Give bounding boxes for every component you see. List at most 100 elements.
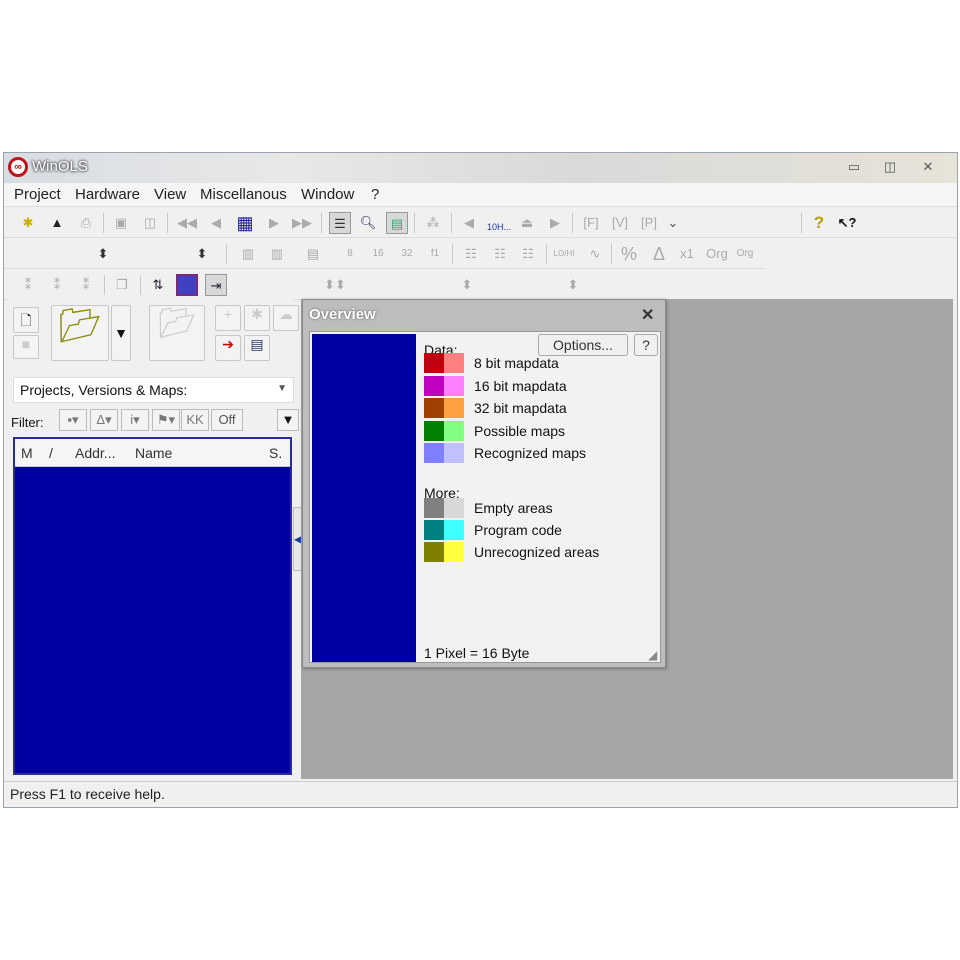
overview-toggle-icon[interactable] xyxy=(176,274,198,296)
new-project-button[interactable]: 🗋︎ xyxy=(13,307,39,333)
cloud-button[interactable]: ☁ xyxy=(273,305,299,331)
overview-close-icon[interactable]: ✕ xyxy=(641,305,654,325)
toolbar-main: ✱ ▲ ⎙ ▣ ◫ ◀◀ ◀ ▦ ▶ ▶▶ ☰ 🔍︎ ▤ ⁂ ◀ 10H... … xyxy=(4,208,957,238)
bit8-icon[interactable]: 8 xyxy=(339,243,361,265)
open-dropdown-button[interactable]: ▼ xyxy=(111,305,131,361)
compare-icon[interactable]: ◫ xyxy=(139,212,161,234)
factor-icon[interactable]: x1 xyxy=(676,243,698,265)
minimize-button[interactable]: ▭ xyxy=(844,159,864,175)
last-icon[interactable]: ▶▶ xyxy=(291,212,313,234)
legend-swatch-light xyxy=(444,498,464,518)
tool2-icon[interactable]: ⁑ xyxy=(46,274,68,296)
add-version-button[interactable]: + xyxy=(215,305,241,331)
legend-swatch-dark xyxy=(424,375,444,396)
project-wizard-icon[interactable]: ✱ xyxy=(17,212,39,234)
toolbar-tools: ⁑ ⁑ ⁑ ❐ ⇅ ⇥ ⬍⬍ ⬍ ⬍ xyxy=(4,270,587,300)
options-button[interactable]: Options... xyxy=(538,334,628,356)
help-icon[interactable]: ? xyxy=(808,212,830,234)
column-s[interactable]: S. xyxy=(269,445,282,461)
column-slash[interactable]: / xyxy=(49,445,53,461)
filter-off-button[interactable]: Off xyxy=(211,409,243,431)
float-icon[interactable]: f1 xyxy=(424,243,446,265)
menu-view[interactable]: View xyxy=(154,186,186,203)
menu-bar: Project Hardware View Miscellanous Windo… xyxy=(4,183,957,207)
find-binoculars-icon[interactable]: 10H... xyxy=(487,212,511,234)
menu-window[interactable]: Window xyxy=(301,186,354,203)
prev-icon[interactable]: ◀ xyxy=(205,212,227,234)
signed-icon[interactable]: ∿ xyxy=(584,243,606,265)
wizard-button[interactable]: ✱ xyxy=(244,305,270,331)
list-view-icon[interactable]: ☰ xyxy=(329,212,351,234)
next-icon[interactable]: ▶ xyxy=(263,212,285,234)
menu-hardware[interactable]: Hardware xyxy=(75,186,140,203)
right-icon[interactable]: ▶ xyxy=(544,212,566,234)
sync-icon[interactable]: ⇅ xyxy=(147,274,169,296)
filter-label: Filter: xyxy=(11,415,44,430)
column-m[interactable]: M xyxy=(21,445,33,461)
filter-range-button[interactable]: i▾ xyxy=(121,409,149,431)
restore-button[interactable]: ◫ xyxy=(880,159,900,175)
search-view-icon[interactable]: 🔍︎ xyxy=(357,212,379,234)
close-button[interactable]: ✕ xyxy=(918,159,938,175)
resize-grip-icon[interactable]: ◢ xyxy=(648,648,657,662)
window-title: WinOLS xyxy=(32,158,88,175)
hex-view-icon[interactable]: ▤ xyxy=(302,243,324,265)
decimal-icon[interactable]: ☷ xyxy=(460,243,482,265)
menu-miscellanous[interactable]: Miscellanous xyxy=(200,186,287,203)
spin-icon[interactable]: ⬍ xyxy=(562,274,584,296)
menu-help[interactable]: ? xyxy=(371,186,379,203)
column-name[interactable]: Name xyxy=(135,445,172,461)
tool1-icon[interactable]: ⁑ xyxy=(17,274,39,296)
import-button[interactable]: 📂︎ xyxy=(149,305,205,361)
tool3-icon[interactable]: ⁑ xyxy=(75,274,97,296)
info-button[interactable]: ▤ xyxy=(244,335,270,361)
spin-width-icon[interactable]: ⬍ xyxy=(92,243,114,265)
original-compare-icon[interactable]: Org xyxy=(734,243,756,265)
column-address[interactable]: Addr... xyxy=(75,445,115,461)
percent-icon[interactable]: % xyxy=(618,243,640,265)
maps-list[interactable]: M / Addr... Name S. xyxy=(13,437,292,775)
filter-menu-button[interactable]: ▼ xyxy=(277,409,299,431)
stop-button[interactable]: ■ xyxy=(13,335,39,359)
legend-swatch-dark xyxy=(424,398,444,418)
delta-icon[interactable]: Δ xyxy=(648,243,670,265)
p-icon[interactable]: [P] xyxy=(638,212,660,234)
bit16-icon[interactable]: 16 xyxy=(367,243,389,265)
column-view-icon[interactable]: ▥ xyxy=(266,243,288,265)
spin-height-icon[interactable]: ⬍ xyxy=(191,243,213,265)
grid-icon[interactable]: ▦ xyxy=(234,212,256,234)
map-view-icon[interactable]: ▤ xyxy=(386,212,408,234)
hex-format-icon[interactable]: ☷ xyxy=(489,243,511,265)
find-next-icon[interactable]: ⏏ xyxy=(516,212,538,234)
legend-swatch-dark xyxy=(424,542,444,562)
hardware-icon[interactable]: ▲ xyxy=(46,212,68,234)
columns-icon[interactable]: ⇥ xyxy=(205,274,227,296)
projects-combo[interactable]: Projects, Versions & Maps: ▼ xyxy=(13,377,294,403)
overview-help-button[interactable]: ? xyxy=(634,334,658,356)
binary-icon[interactable]: ☷ xyxy=(517,243,539,265)
menu-project[interactable]: Project xyxy=(14,186,61,203)
context-help-icon[interactable]: ↖? xyxy=(836,212,858,234)
spin-icon[interactable]: ⬍ xyxy=(456,274,478,296)
spin-icon[interactable]: ⬍⬍ xyxy=(324,274,346,296)
original-icon[interactable]: Org xyxy=(706,243,728,265)
filter-delta-button[interactable]: Δ▾ xyxy=(90,409,118,431)
lohi-icon[interactable]: LO/HI xyxy=(553,243,575,265)
print-icon[interactable]: ⎙ xyxy=(75,212,97,234)
left-icon[interactable]: ◀ xyxy=(458,212,480,234)
filter-type-button[interactable]: ▪▾ xyxy=(59,409,87,431)
scatter-icon[interactable]: ⁂ xyxy=(422,212,444,234)
open-project-button[interactable]: 📂︎ xyxy=(51,305,109,361)
text-view-icon[interactable]: ▥ xyxy=(237,243,259,265)
export-button[interactable]: ➔ xyxy=(215,335,241,361)
v-icon[interactable]: [V] xyxy=(609,212,631,234)
memory-overview-strip[interactable] xyxy=(312,334,416,662)
first-icon[interactable]: ◀◀ xyxy=(176,212,198,234)
dropdown-icon[interactable]: ⌄ xyxy=(662,212,684,234)
copy-icon[interactable]: ▣ xyxy=(110,212,132,234)
filter-kk-button[interactable]: KK xyxy=(181,409,209,431)
f-icon[interactable]: [F] xyxy=(580,212,602,234)
filter-flag-button[interactable]: ⚑▾ xyxy=(152,409,180,431)
bit32-icon[interactable]: 32 xyxy=(396,243,418,265)
layers-icon[interactable]: ❐ xyxy=(111,274,133,296)
